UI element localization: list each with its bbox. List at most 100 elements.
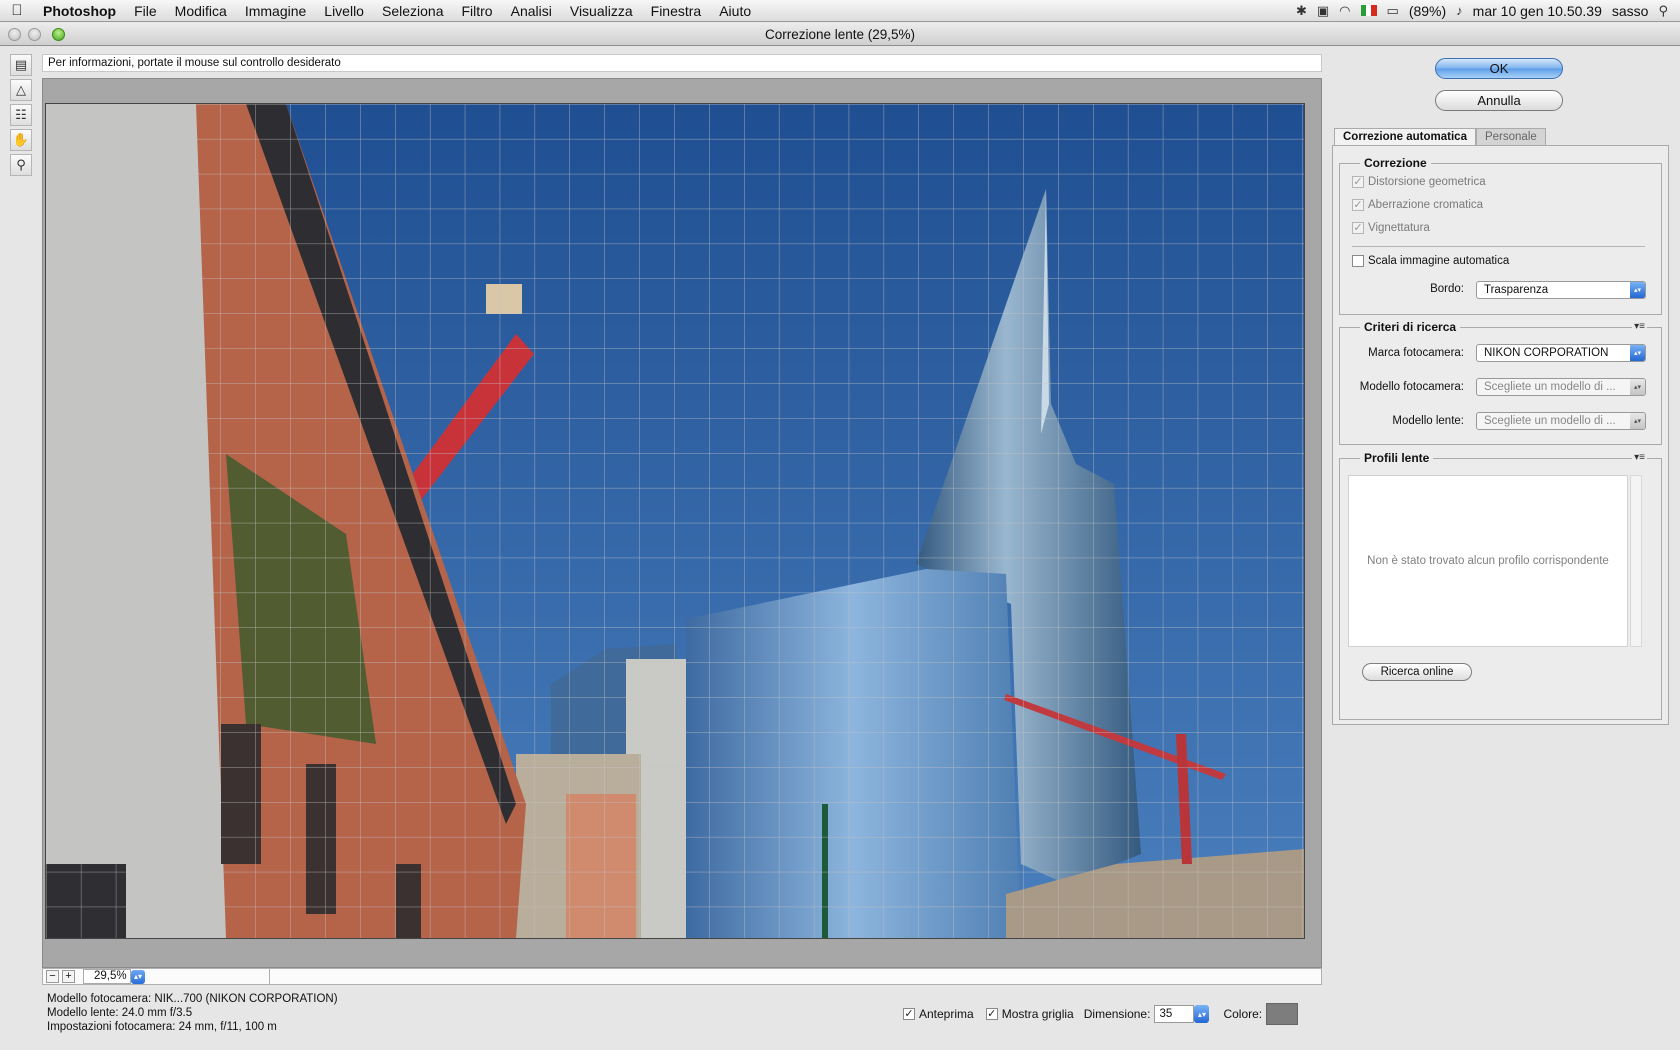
preview-image[interactable] [45, 103, 1305, 939]
show-grid-checkbox[interactable]: ✓ [985, 1008, 998, 1020]
minimize-window-icon[interactable] [28, 28, 41, 41]
grid-size-field[interactable]: 35 [1154, 1005, 1195, 1023]
camera-model-info: Modello fotocamera: NIK...700 (NIKON COR… [47, 993, 338, 1005]
correction-legend: Correzione [1360, 156, 1431, 170]
spotlight-search-icon[interactable]: ⚲ [1658, 3, 1668, 19]
close-window-icon[interactable] [8, 28, 21, 41]
vignetting-row: ✓ Vignettatura [1352, 222, 1430, 234]
zoom-icon[interactable]: ⚲ [10, 154, 32, 176]
clock[interactable]: mar 10 gen 10.50.39 [1473, 3, 1602, 19]
hand-icon[interactable]: ✋ [10, 129, 32, 151]
lens-profiles-list[interactable]: Non è stato trovato alcun profilo corris… [1348, 475, 1628, 647]
camera-make-label: Marca fotocamera: [1368, 347, 1464, 359]
correction-divider [1352, 246, 1645, 247]
lens-profiles-scrollbar[interactable] [1630, 475, 1642, 647]
cancel-button[interactable]: Annulla [1435, 90, 1563, 111]
edge-select-value: Trasparenza [1484, 284, 1549, 296]
vignetting-checkbox[interactable]: ✓ [1352, 222, 1364, 234]
grid-color-swatch[interactable] [1266, 1003, 1299, 1025]
grid-size-stepper[interactable]: ▴▾ [1194, 1005, 1210, 1023]
menu-app-photoshop[interactable]: Photoshop [34, 0, 125, 22]
battery-icon[interactable]: ▭ [1387, 3, 1399, 19]
camera-model-select[interactable]: Scegliete un modello di ... ▴▾ [1476, 378, 1646, 396]
search-criteria-group: Criteri di ricerca ▾≡ Marca fotocamera: … [1339, 320, 1662, 445]
lens-model-select[interactable]: Scegliete un modello di ... ▴▾ [1476, 412, 1646, 430]
italian-flag-icon[interactable] [1360, 5, 1377, 16]
menu-livello[interactable]: Livello [315, 0, 373, 22]
select-arrows-icon: ▴▾ [1630, 345, 1645, 361]
camera-settings-info: Impostazioni fotocamera: 24 mm, f/11, 10… [47, 1021, 277, 1033]
zoom-in-button[interactable]: + [62, 970, 75, 983]
geometric-distortion-label: Distorsione geometrica [1368, 176, 1486, 188]
show-grid-label: Mostra griglia [1001, 1007, 1074, 1021]
camera-info: Modello fotocamera: NIK...700 (NIKON COR… [47, 992, 338, 1034]
edge-select[interactable]: Trasparenza ▴▾ [1476, 281, 1646, 299]
geometric-distortion-row: ✓ Distorsione geometrica [1352, 176, 1486, 188]
menu-immagine[interactable]: Immagine [236, 0, 315, 22]
no-profile-message: Non è stato trovato alcun profilo corris… [1367, 555, 1609, 567]
autoscale-checkbox[interactable] [1352, 255, 1364, 267]
menubar:  Photoshop File Modifica Immagine Livel… [0, 0, 1680, 22]
chromatic-aberration-checkbox[interactable]: ✓ [1352, 199, 1364, 211]
chromatic-aberration-row: ✓ Aberrazione cromatica [1352, 199, 1483, 211]
lens-profiles-group: Profili lente ▾≡ Non è stato trovato alc… [1339, 451, 1662, 720]
wifi-icon[interactable]: ◠ [1339, 3, 1350, 19]
volume-icon[interactable]: ♪ [1456, 3, 1463, 18]
edge-label: Bordo: [1430, 283, 1464, 295]
info-line: Per informazioni, portate il mouse sul c… [42, 54, 1322, 72]
menu-finestra[interactable]: Finestra [642, 0, 711, 22]
zoom-level-stepper[interactable]: ▴▾ [131, 969, 145, 984]
camera-make-value: NIKON CORPORATION [1484, 347, 1609, 359]
photo-svg [46, 104, 1304, 938]
preview-options: ✓ Anteprima ✓ Mostra griglia Dimensione:… [903, 1003, 1299, 1025]
search-online-button[interactable]: Ricerca online [1362, 663, 1472, 681]
chromatic-aberration-label: Aberrazione cromatica [1368, 199, 1484, 211]
auto-correction-panel: Correzione ✓ Distorsione geometrica ✓ Ab… [1332, 145, 1669, 725]
bluetooth-icon[interactable]: ✱ [1296, 3, 1307, 19]
menu-seleziona[interactable]: Seleziona [373, 0, 453, 22]
battery-percent: (89%) [1408, 2, 1447, 19]
lens-profiles-legend: Profili lente [1360, 451, 1434, 465]
preview-label: Anteprima [919, 1007, 974, 1021]
menu-filtro[interactable]: Filtro [452, 0, 501, 22]
menu-analisi[interactable]: Analisi [502, 0, 561, 22]
correction-group: Correzione ✓ Distorsione geometrica ✓ Ab… [1339, 156, 1662, 315]
panel-tabs: Correzione automatica Personale [1334, 128, 1546, 145]
grid-size-label: Dimensione: [1083, 1007, 1151, 1021]
grid-color-label: Colore: [1223, 1007, 1263, 1021]
geometric-distortion-checkbox[interactable]: ✓ [1352, 176, 1364, 188]
zoom-out-button[interactable]: − [46, 970, 59, 983]
search-criteria-menu-icon[interactable]: ▾≡ [1632, 321, 1647, 332]
menu-visualizza[interactable]: Visualizza [561, 0, 642, 22]
zoom-level-field[interactable]: 29,5% [83, 969, 131, 984]
menu-file[interactable]: File [125, 0, 166, 22]
titlebar: Correzione lente (29,5%) [0, 23, 1680, 46]
straighten-icon[interactable]: △ [10, 79, 32, 101]
camera-model-label: Modello fotocamera: [1359, 381, 1464, 393]
lens-profiles-menu-icon[interactable]: ▾≡ [1632, 452, 1647, 463]
zoom-bar-divider [269, 968, 270, 985]
tab-custom[interactable]: Personale [1475, 128, 1546, 145]
autoscale-label: Scala immagine automatica [1368, 255, 1510, 267]
zoom-bar: − + 29,5% ▴▾ [42, 968, 1322, 985]
preview-checkbox[interactable]: ✓ [903, 1008, 915, 1020]
lens-model-value: Scegliete un modello di ... [1484, 415, 1616, 427]
display-icon[interactable]: ▣ [1317, 3, 1329, 19]
zoom-window-icon[interactable] [52, 28, 65, 41]
menu-aiuto[interactable]: Aiuto [710, 0, 760, 22]
search-criteria-legend: Criteri di ricerca [1360, 320, 1461, 334]
move-grid-icon[interactable]: ☷ [10, 104, 32, 126]
remove-distortion-icon[interactable]: ▤ [10, 54, 32, 76]
camera-make-select[interactable]: NIKON CORPORATION ▴▾ [1476, 344, 1646, 362]
preview-area[interactable] [42, 78, 1322, 968]
menu-modifica[interactable]: Modifica [166, 0, 236, 22]
lens-model-info: Modello lente: 24.0 mm f/3.5 [47, 1007, 193, 1019]
select-arrows-icon: ▴▾ [1630, 413, 1645, 429]
autoscale-row: Scala immagine automatica [1352, 255, 1509, 267]
lens-model-label: Modello lente: [1392, 415, 1464, 427]
tab-auto-correction[interactable]: Correzione automatica [1334, 128, 1476, 145]
vignetting-label: Vignettatura [1368, 222, 1430, 234]
user-name[interactable]: sasso [1612, 3, 1649, 19]
apple-menu-icon[interactable]:  [0, 2, 34, 19]
ok-button[interactable]: OK [1435, 58, 1563, 79]
